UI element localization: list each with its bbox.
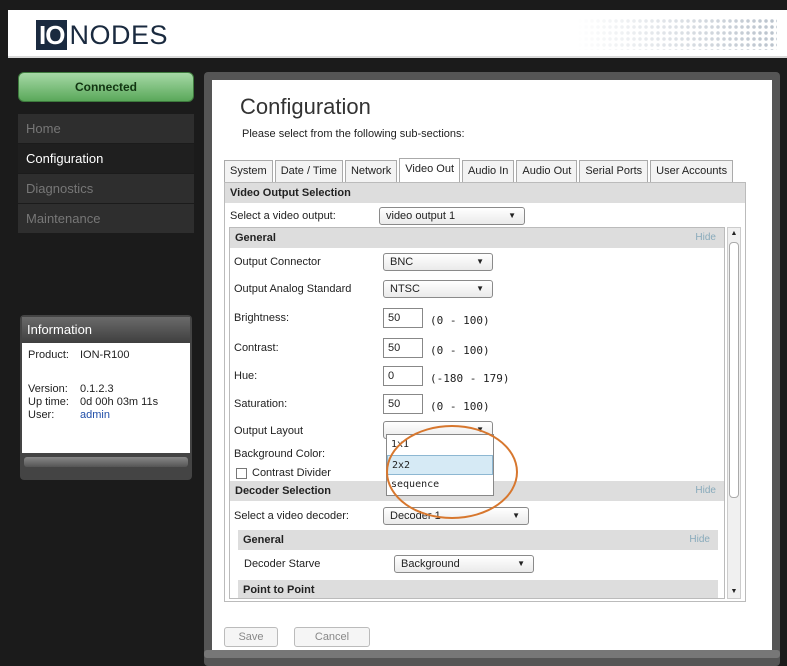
contrast-input[interactable]: 50	[383, 338, 423, 358]
information-body: Product: ION-R100 Version: 0.1.2.3 Up ti…	[22, 343, 190, 453]
tab-network[interactable]: Network	[344, 160, 398, 182]
main-content: Configuration Please select from the fol…	[204, 72, 780, 666]
tab-video-out[interactable]: Video Out	[399, 158, 461, 182]
connection-status-badge: Connected	[18, 72, 194, 102]
page-subtitle: Please select from the following sub-sec…	[242, 128, 465, 140]
app-header: IO NODES	[8, 10, 787, 58]
main-inner: Configuration Please select from the fol…	[212, 80, 772, 650]
saturation-label: Saturation:	[234, 398, 288, 410]
config-tabs: System Date / Time Network Video Out Aud…	[224, 158, 735, 182]
information-footer	[24, 457, 188, 467]
hue-range: (-180 - 179)	[430, 372, 510, 385]
page-title: Configuration	[240, 94, 371, 119]
tab-audio-in[interactable]: Audio In	[462, 160, 515, 182]
scroll-up-icon[interactable]: ▲	[728, 228, 740, 240]
decoder-starve-label: Decoder Starve	[244, 558, 321, 570]
decoder-hide-link[interactable]: Hide	[695, 481, 716, 501]
contrast-divider-checkbox[interactable]	[236, 468, 247, 479]
information-panel: Information Product: ION-R100 Version: 0…	[20, 315, 192, 480]
decoder-starve-value: Background	[401, 558, 460, 570]
analog-standard-value: NTSC	[390, 283, 420, 295]
sidebar-item-configuration[interactable]: Configuration	[18, 144, 194, 174]
logo-box: IO	[36, 20, 68, 50]
user-label: User:	[28, 409, 55, 421]
brightness-input[interactable]: 50	[383, 308, 423, 328]
output-connector-label: Output Connector	[234, 256, 321, 268]
general-heading: General Hide	[230, 228, 724, 248]
video-output-label: Select a video output:	[230, 210, 336, 222]
chevron-down-icon: ▼	[508, 211, 516, 220]
sidebar-item-diagnostics[interactable]: Diagnostics	[18, 174, 194, 204]
tab-system[interactable]: System	[224, 160, 273, 182]
chevron-down-icon: ▼	[476, 257, 484, 266]
saturation-range: (0 - 100)	[430, 400, 490, 413]
product-label: Product:	[28, 349, 69, 361]
video-decoder-label: Select a video decoder:	[234, 510, 349, 522]
ionodes-logo: IO NODES	[36, 20, 168, 50]
information-title: Information	[22, 317, 190, 343]
decoder-heading-text: Decoder Selection	[235, 485, 331, 497]
analog-standard-label: Output Analog Standard	[234, 283, 352, 295]
point-to-point-heading: Point to Point	[238, 580, 718, 598]
hue-label: Hue:	[234, 370, 258, 382]
sidebar-item-home[interactable]: Home	[18, 114, 194, 144]
decoder-starve-select[interactable]: Background ▼	[394, 555, 534, 573]
product-value: ION-R100	[80, 349, 130, 361]
save-button[interactable]: Save	[224, 627, 278, 647]
contrast-range: (0 - 100)	[430, 344, 490, 357]
chevron-down-icon: ▼	[512, 511, 520, 520]
contrast-label: Contrast:	[234, 342, 279, 354]
sidebar: Connected Home Configuration Diagnostics…	[18, 72, 194, 234]
output-connector-select[interactable]: BNC ▼	[383, 253, 493, 271]
version-value: 0.1.2.3	[80, 383, 114, 395]
tab-audio-out[interactable]: Audio Out	[516, 160, 578, 182]
decoder-general-heading-text: General	[243, 534, 284, 546]
decoder-general-hide-link[interactable]: Hide	[689, 530, 710, 550]
chevron-down-icon: ▼	[476, 284, 484, 293]
tab-date-time[interactable]: Date / Time	[274, 160, 343, 182]
video-output-select[interactable]: video output 1 ▼	[379, 207, 525, 225]
settings-scroll-area[interactable]: General Hide Output Connector BNC ▼ Outp…	[229, 227, 725, 599]
main-bottom-bar	[204, 650, 780, 658]
video-out-panel: Video Output Selection Select a video ou…	[224, 182, 746, 602]
logo-text: NODES	[69, 20, 168, 50]
general-hide-link[interactable]: Hide	[695, 228, 716, 248]
brightness-range: (0 - 100)	[430, 314, 490, 327]
contrast-divider-label: Contrast Divider	[252, 467, 331, 479]
user-link[interactable]: admin	[80, 409, 110, 422]
scrollbar-thumb[interactable]	[729, 242, 739, 498]
scroll-down-icon[interactable]: ▼	[728, 586, 740, 598]
video-output-select-value: video output 1	[386, 210, 456, 222]
settings-scrollbar[interactable]: ▲ ▼	[727, 227, 741, 599]
tab-serial-ports[interactable]: Serial Ports	[579, 160, 649, 182]
uptime-value: 0d 00h 03m 11s	[80, 396, 159, 408]
output-layout-label: Output Layout	[234, 425, 304, 437]
saturation-input[interactable]: 50	[383, 394, 423, 414]
hue-input[interactable]: 0	[383, 366, 423, 386]
video-output-selection-heading: Video Output Selection	[225, 183, 745, 203]
cancel-button[interactable]: Cancel	[294, 627, 370, 647]
uptime-label: Up time:	[28, 396, 69, 408]
background-color-label: Background Color:	[234, 448, 326, 460]
annotation-highlight-circle	[386, 425, 518, 519]
sidebar-nav: Home Configuration Diagnostics Maintenan…	[18, 114, 194, 234]
decorative-dots	[577, 18, 777, 50]
chevron-down-icon: ▼	[517, 559, 525, 568]
analog-standard-select[interactable]: NTSC ▼	[383, 280, 493, 298]
version-label: Version:	[28, 383, 68, 395]
tab-user-accounts[interactable]: User Accounts	[650, 160, 734, 182]
sidebar-item-maintenance[interactable]: Maintenance	[18, 204, 194, 234]
general-heading-text: General	[235, 232, 276, 244]
decoder-general-heading: General Hide	[238, 530, 718, 550]
output-connector-value: BNC	[390, 256, 414, 268]
brightness-label: Brightness:	[234, 312, 290, 324]
